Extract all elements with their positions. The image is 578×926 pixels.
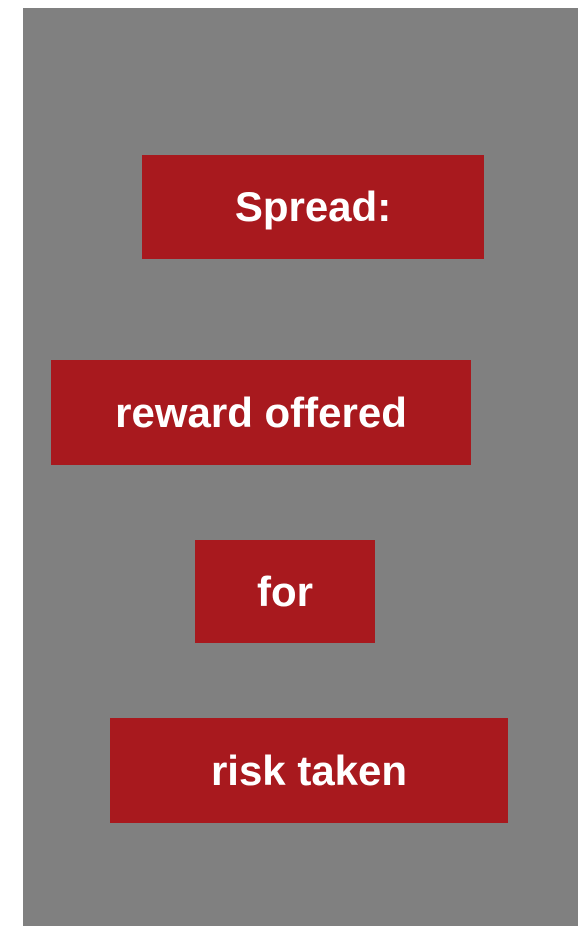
risk-taken-box: risk taken (110, 718, 508, 823)
spread-label: Spread: (234, 183, 392, 230)
reward-offered-box: reward offered (51, 360, 471, 465)
risk-taken-label: risk taken (210, 746, 408, 794)
spread-label-box: Spread: (142, 155, 484, 259)
reward-offered-label: reward offered (115, 388, 407, 436)
for-box: for (195, 540, 375, 643)
for-label: for (257, 567, 313, 615)
